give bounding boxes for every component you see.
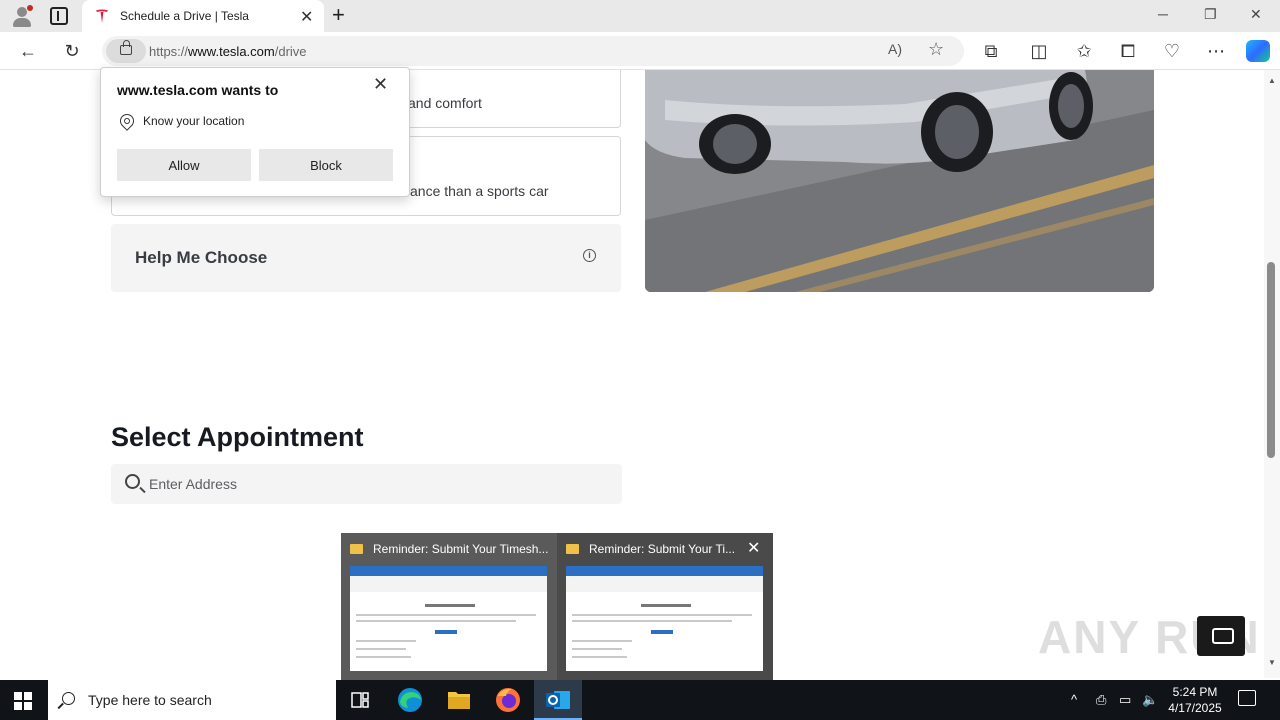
- file-explorer-icon[interactable]: [435, 680, 483, 720]
- help-me-choose-label: Help Me Choose: [135, 248, 268, 267]
- more-menu-icon[interactable]: ⋯: [1205, 40, 1227, 62]
- thumbnail-image: [566, 566, 763, 671]
- select-appointment-heading: Select Appointment: [111, 422, 364, 452]
- mail-envelope-icon: [566, 544, 579, 554]
- back-icon[interactable]: ←: [17, 40, 39, 62]
- help-me-choose-button[interactable]: Help Me Choose i: [111, 224, 621, 292]
- taskbar-clock[interactable]: 5:24 PM 4/17/2025: [1160, 684, 1230, 716]
- extensions-icon[interactable]: ⧉: [980, 40, 1002, 62]
- taskbar-thumbnail-preview: Reminder: Submit Your Timesh... Reminder…: [341, 533, 773, 680]
- location-permission-popup: www.tesla.com wants to ✕ Know your locat…: [100, 67, 410, 197]
- search-icon: [62, 692, 75, 705]
- browser-tab-bar: Schedule a Drive | Tesla ✕ + ─ ❐ ✕: [0, 0, 1280, 32]
- chat-icon[interactable]: [1197, 616, 1245, 656]
- scrollbar-thumb[interactable]: [1267, 262, 1275, 458]
- permission-item: Know your location: [143, 114, 245, 128]
- add-favorite-icon[interactable]: ☆: [928, 39, 944, 60]
- page-scrollbar[interactable]: ▲ ▼: [1264, 70, 1280, 678]
- browser-essentials-icon[interactable]: ♡: [1161, 40, 1183, 62]
- clock-date: 4/17/2025: [1168, 701, 1222, 715]
- permission-close-icon[interactable]: ✕: [373, 74, 388, 95]
- scroll-up-icon[interactable]: ▲: [1268, 76, 1276, 85]
- scroll-down-icon[interactable]: ▼: [1268, 658, 1276, 667]
- outlook-icon[interactable]: [534, 680, 582, 720]
- thumbnail-close-icon[interactable]: ✕: [747, 538, 760, 558]
- windows-taskbar: Type here to search ^ ⎙ ▭ 🔈 5:24 PM 4/17…: [0, 680, 1280, 720]
- edge-browser-icon[interactable]: [386, 680, 434, 720]
- task-view-icon[interactable]: [336, 680, 384, 720]
- tab-actions-icon[interactable]: [50, 7, 68, 25]
- network-icon[interactable]: ▭: [1119, 692, 1131, 708]
- address-search-box[interactable]: [111, 464, 622, 504]
- block-button[interactable]: Block: [259, 149, 393, 181]
- split-screen-icon[interactable]: ◫: [1028, 40, 1050, 62]
- collections-icon[interactable]: ⧠: [1117, 40, 1139, 62]
- thumbnail-window[interactable]: Reminder: Submit Your Ti... ✕: [557, 533, 773, 680]
- location-pin-icon: [117, 111, 137, 131]
- thumbnail-image: [350, 566, 547, 671]
- restore-icon[interactable]: ❐: [1204, 6, 1217, 23]
- read-aloud-icon[interactable]: A): [888, 41, 902, 57]
- lock-icon[interactable]: [106, 39, 146, 63]
- refresh-icon[interactable]: ↻: [61, 40, 83, 62]
- mail-envelope-icon: [350, 544, 363, 554]
- volume-icon[interactable]: 🔈: [1142, 692, 1158, 708]
- copilot-icon[interactable]: [1246, 40, 1270, 62]
- show-hidden-icons-icon[interactable]: ^: [1071, 692, 1077, 707]
- notifications-icon[interactable]: [1238, 690, 1256, 706]
- url-text[interactable]: https://www.tesla.com/drive: [149, 44, 307, 59]
- tab-title: Schedule a Drive | Tesla: [120, 9, 249, 23]
- card-description: ance than a sports car: [410, 183, 549, 199]
- minimize-icon[interactable]: ─: [1158, 6, 1168, 22]
- window-close-icon[interactable]: ✕: [1250, 6, 1262, 23]
- browser-toolbar: ← ↻ https://www.tesla.com/drive A) ☆ ⧉ ◫…: [0, 32, 1280, 70]
- windows-start-icon[interactable]: [14, 692, 32, 710]
- permission-title: www.tesla.com wants to: [117, 82, 279, 98]
- car-photo: [645, 70, 1154, 292]
- tesla-logo-icon: [96, 9, 108, 23]
- thumbnail-title: Reminder: Submit Your Timesh...: [373, 542, 548, 556]
- search-icon: [125, 474, 140, 489]
- address-input[interactable]: [149, 472, 609, 496]
- info-icon[interactable]: i: [583, 249, 596, 262]
- firefox-icon[interactable]: [484, 680, 532, 720]
- profile-avatar-icon[interactable]: [10, 5, 34, 27]
- clock-time: 5:24 PM: [1172, 685, 1218, 699]
- new-tab-icon[interactable]: +: [332, 4, 345, 26]
- tab-close-icon[interactable]: ✕: [300, 7, 313, 27]
- taskbar-search-placeholder: Type here to search: [88, 692, 212, 708]
- taskbar-search-box[interactable]: Type here to search: [48, 680, 336, 720]
- address-bar[interactable]: https://www.tesla.com/drive A) ☆: [102, 36, 964, 66]
- meet-now-icon[interactable]: ⎙: [1096, 692, 1106, 708]
- card-description: and comfort: [408, 95, 482, 111]
- allow-button[interactable]: Allow: [117, 149, 251, 181]
- browser-tab[interactable]: Schedule a Drive | Tesla ✕: [82, 0, 324, 32]
- thumbnail-window[interactable]: Reminder: Submit Your Timesh...: [341, 533, 557, 680]
- favorites-icon[interactable]: ✩: [1073, 40, 1095, 62]
- thumbnail-title: Reminder: Submit Your Ti...: [589, 542, 736, 556]
